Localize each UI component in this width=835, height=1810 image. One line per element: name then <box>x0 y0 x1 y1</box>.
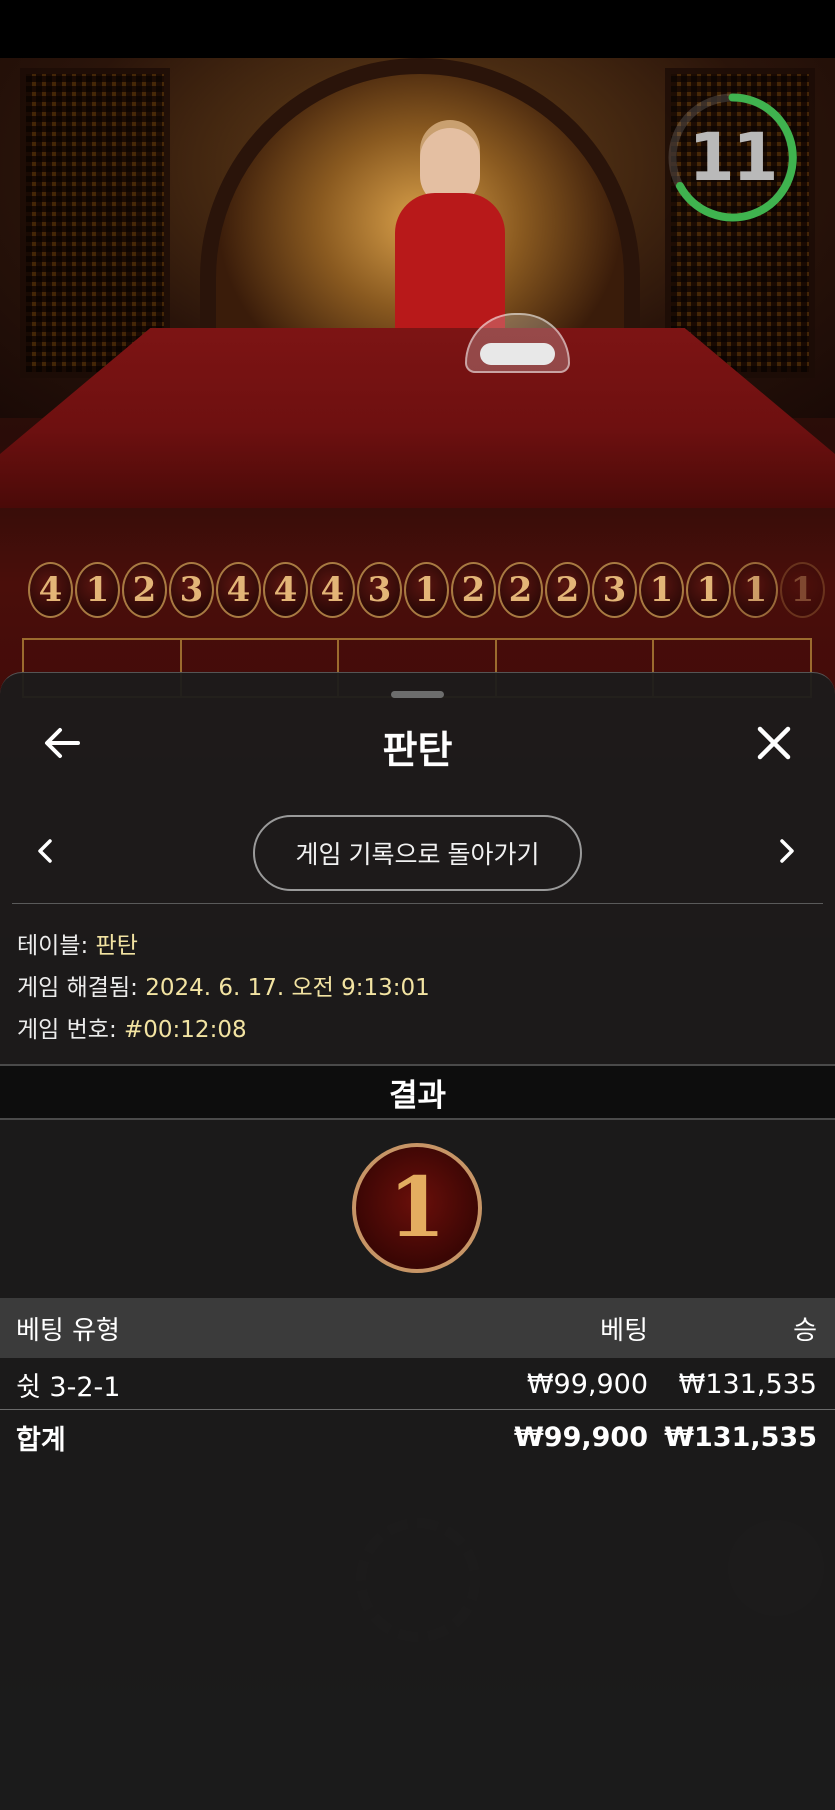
road-result-ball: 4 <box>310 562 355 618</box>
divider <box>0 1409 835 1410</box>
result-heading: 결과 <box>0 1064 835 1120</box>
road-result-ball: 2 <box>451 562 496 618</box>
sheet-grabber[interactable] <box>391 691 444 698</box>
road-result-ball: 1 <box>404 562 449 618</box>
result-ball: 1 <box>352 1143 482 1273</box>
chevron-right-icon[interactable] <box>770 835 802 867</box>
total-win-amount: ₩131,535 <box>664 1421 817 1453</box>
beads-pile <box>480 343 555 365</box>
road-result-ball: 1 <box>75 562 120 618</box>
divider <box>12 903 823 904</box>
row-bet-type: 쉿 3-2-1 <box>16 1371 121 1403</box>
road-result-ball: 4 <box>263 562 308 618</box>
road-result-ball: 2 <box>498 562 543 618</box>
info-game-number: 게임 번호: #00:12:08 <box>17 1010 247 1044</box>
chevron-left-icon[interactable] <box>30 835 62 867</box>
game-table <box>0 328 835 508</box>
info-game-number-label: 게임 번호: <box>17 1017 117 1043</box>
header-bet-type: 베팅 유형 <box>16 1315 120 1346</box>
road-result-ball: 4 <box>216 562 261 618</box>
road-result-ball: 3 <box>592 562 637 618</box>
info-resolved-label: 게임 해결됨: <box>17 975 138 1001</box>
total-label: 합계 <box>16 1424 66 1456</box>
sheet-title: 판탄 <box>382 728 453 772</box>
road-result-ball: 4 <box>28 562 73 618</box>
road-result-ball: 3 <box>357 562 402 618</box>
info-table-label: 테이블: <box>17 933 89 959</box>
back-to-history-button[interactable]: 게임 기록으로 돌아가기 <box>253 815 582 891</box>
header-bet: 베팅 <box>600 1315 648 1346</box>
total-bet-amount: ₩99,900 <box>514 1421 648 1453</box>
results-road: 41234443122231111 <box>28 562 825 618</box>
road-result-ball: 1 <box>686 562 731 618</box>
road-result-ball: 1 <box>639 562 684 618</box>
road-result-ball: 2 <box>545 562 590 618</box>
road-result-ball: 2 <box>122 562 167 618</box>
table-row: 쉿 3-2-1 ₩99,900 ₩131,535 <box>0 1358 835 1410</box>
row-bet-amount: ₩99,900 <box>526 1368 648 1400</box>
table-total-row: 합계 ₩99,900 ₩131,535 <box>0 1411 835 1463</box>
info-table-value: 판탄 <box>95 933 138 959</box>
header-win: 승 <box>793 1315 817 1346</box>
close-icon[interactable] <box>752 721 796 765</box>
road-result-ball: 3 <box>169 562 214 618</box>
countdown-value: 11 <box>688 119 779 196</box>
info-resolved: 게임 해결됨: 2024. 6. 17. 오전 9:13:01 <box>17 968 430 1002</box>
countdown-timer: 11 <box>665 90 800 225</box>
bets-table-header: 베팅 유형 베팅 승 <box>0 1298 835 1358</box>
info-game-number-value: #00:12:08 <box>124 1017 247 1043</box>
status-bar <box>0 0 835 58</box>
road-result-ball: 1 <box>733 562 778 618</box>
row-win-amount: ₩131,535 <box>678 1368 817 1400</box>
road-result-ball: 1 <box>780 562 825 618</box>
game-history-sheet: 판탄 게임 기록으로 돌아가기 테이블: 판탄 게임 해결됨: 2024. 6.… <box>0 672 835 1810</box>
info-table: 테이블: 판탄 <box>17 926 138 960</box>
info-resolved-value: 2024. 6. 17. 오전 9:13:01 <box>145 975 430 1001</box>
